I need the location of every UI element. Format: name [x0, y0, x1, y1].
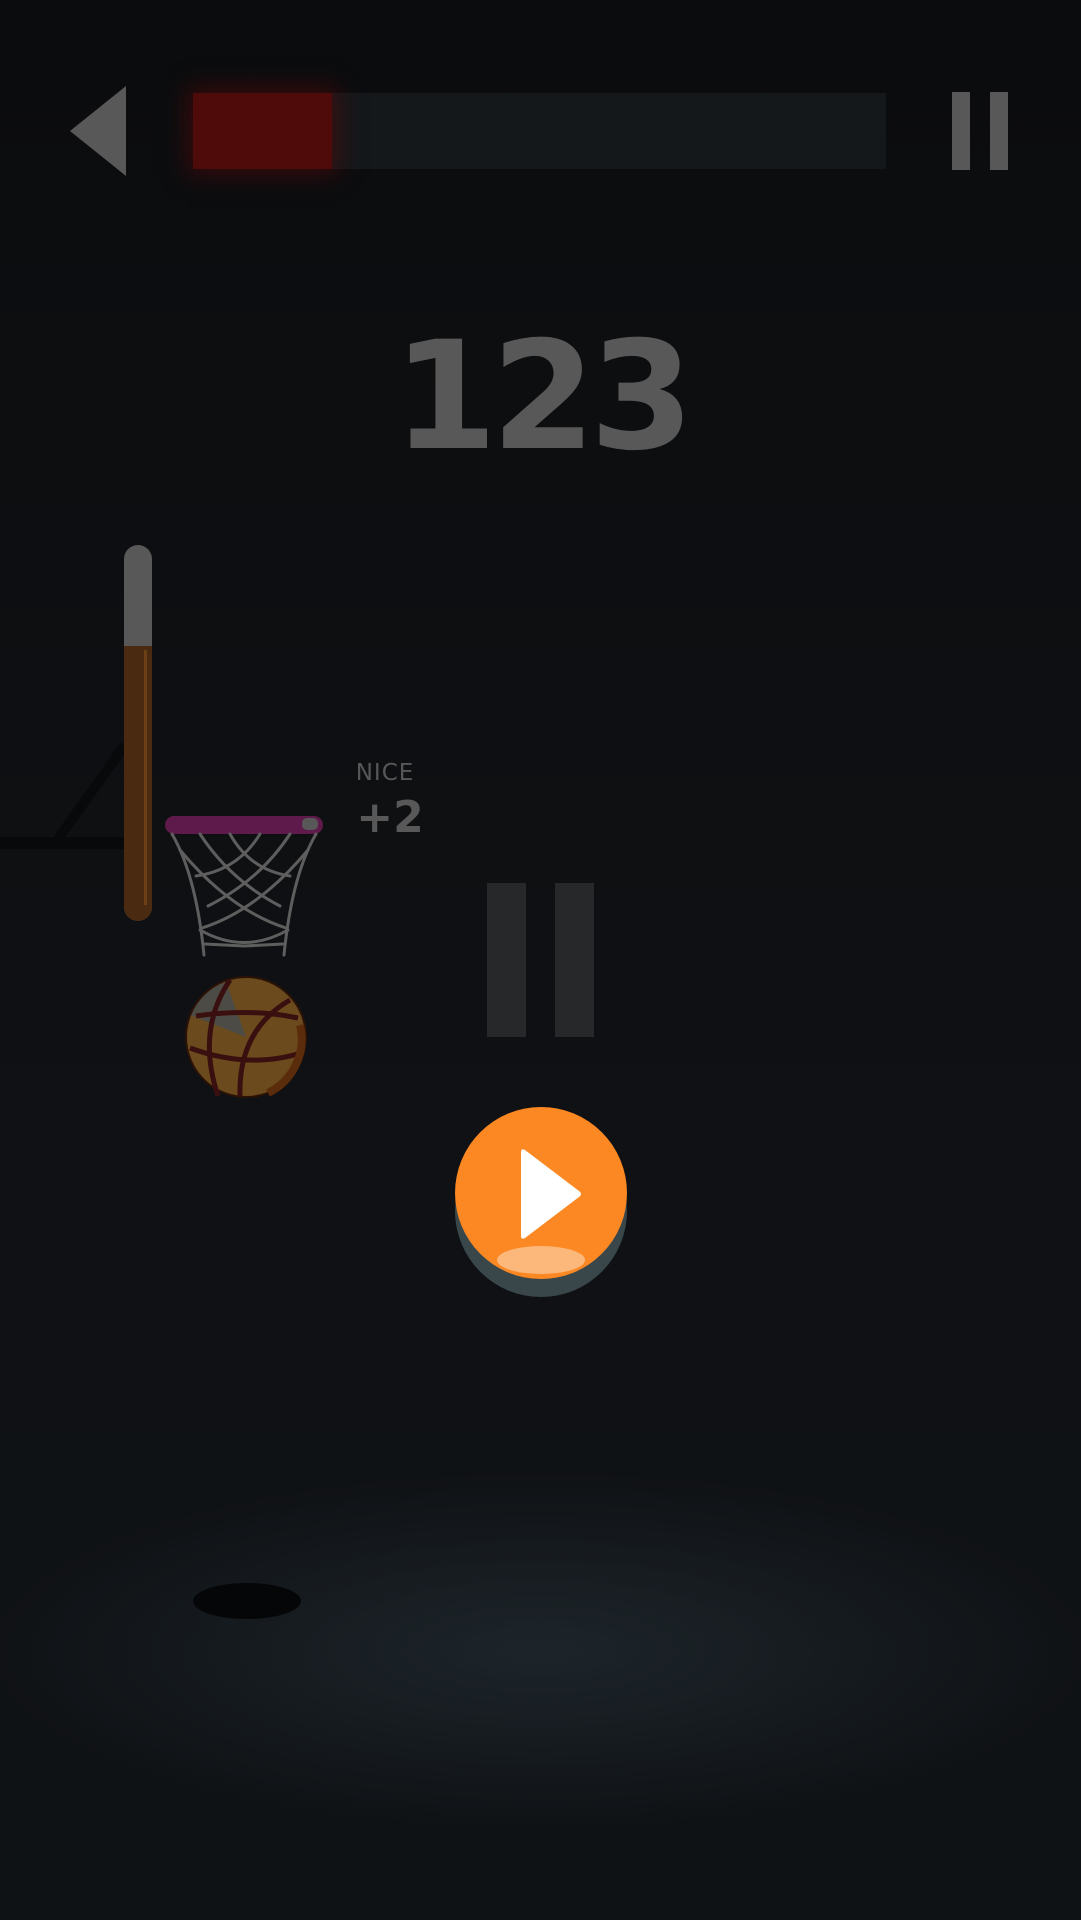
hoop-net [170, 832, 318, 957]
pause-icon [487, 883, 526, 1037]
back-button[interactable] [70, 86, 126, 176]
paused-indicator [487, 883, 594, 1037]
points-earned: +2 [356, 792, 424, 843]
pause-button[interactable] [952, 92, 1008, 170]
score-display: 123 [392, 310, 694, 484]
game-screen[interactable]: 123 NICE +2 [0, 0, 1081, 1920]
pause-icon-bar [555, 883, 594, 1037]
hoop-support [0, 742, 130, 849]
timer-bar-fill [193, 93, 332, 169]
pause-icon [952, 92, 970, 170]
ball-shadow [193, 1583, 301, 1619]
hoop-rim [165, 816, 323, 834]
basketball [185, 976, 307, 1098]
shot-feedback-label: NICE [355, 760, 415, 786]
basketball-hoop [0, 545, 323, 1098]
back-triangle-icon [70, 86, 126, 176]
power-meter [124, 545, 152, 921]
resume-play-button[interactable] [453, 1106, 629, 1298]
pause-icon-bar [990, 92, 1008, 170]
